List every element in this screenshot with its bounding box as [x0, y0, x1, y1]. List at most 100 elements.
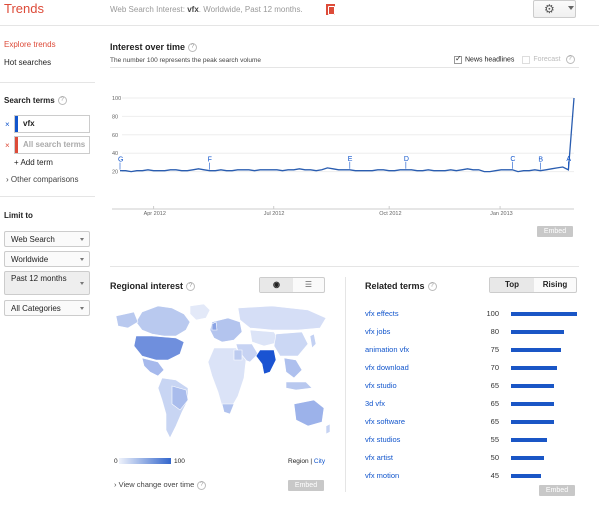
related-term-value: 75: [490, 345, 499, 354]
news-headlines-label: News headlines: [465, 56, 515, 64]
related-term-link[interactable]: vfx artist: [365, 453, 393, 462]
embed-regional-button[interactable]: Embed: [288, 480, 324, 491]
related-term-link[interactable]: vfx studio: [365, 381, 397, 390]
filter-time-range[interactable]: Past 12 months: [4, 271, 90, 295]
x-tick-label: Oct 2012: [379, 211, 401, 217]
settings-button[interactable]: ⚙: [533, 0, 576, 18]
world-map: [115, 303, 331, 439]
related-term-bar: [511, 366, 558, 370]
help-icon[interactable]: ?: [427, 282, 437, 292]
y-tick-label: 60: [112, 133, 118, 139]
view-change-label: View change over time: [118, 480, 195, 489]
explore-trends-link[interactable]: Explore trends: [4, 40, 56, 49]
regional-title-label: Regional interest: [110, 281, 184, 291]
city-option[interactable]: City: [314, 458, 325, 465]
list-icon[interactable]: ☰: [293, 278, 324, 292]
map-region-india: [255, 349, 277, 375]
help-icon[interactable]: ?: [57, 96, 67, 106]
related-term-row: vfx studio 65: [365, 381, 590, 399]
legend-gradient: [119, 458, 171, 464]
embed-interest-button[interactable]: Embed: [537, 226, 573, 237]
related-term-row: vfx studios 55: [365, 435, 590, 453]
related-term-bar: [511, 474, 541, 478]
other-comparisons-toggle[interactable]: › Other comparisons: [6, 175, 79, 184]
map-region-russia: [237, 305, 327, 331]
related-term-value: 70: [490, 363, 499, 372]
filter-label: Past 12 months: [11, 274, 67, 283]
sidebar-divider: [0, 196, 95, 197]
map-region-southeast-asia: [283, 357, 303, 379]
legend-max: 100: [174, 458, 185, 465]
filter-web-search[interactable]: Web Search: [4, 231, 90, 247]
related-term-link[interactable]: vfx studios: [365, 435, 400, 444]
related-term-bar: [511, 312, 577, 316]
map-region-australia: [293, 399, 325, 427]
news-annotation-c: C: [510, 156, 515, 163]
related-term-link[interactable]: vfx effects: [365, 309, 399, 318]
related-term-value: 80: [490, 327, 499, 336]
help-icon[interactable]: ?: [188, 43, 198, 53]
google-plus-icon[interactable]: [326, 4, 335, 15]
news-annotation-b: B: [538, 157, 543, 164]
help-icon[interactable]: ?: [565, 55, 575, 64]
related-terms-title: Related terms?: [365, 281, 437, 292]
map-region-china: [273, 331, 309, 357]
trends-logo[interactable]: Trends: [4, 1, 44, 16]
related-term-row: animation vfx 75: [365, 345, 590, 363]
view-change-over-time[interactable]: › View change over time?: [114, 480, 207, 490]
news-headlines-checkbox[interactable]: [454, 54, 462, 64]
peak-note: The number 100 represents the peak searc…: [110, 57, 262, 64]
search-term-vfx[interactable]: vfx: [14, 115, 90, 133]
regional-interest-title: Regional interest?: [110, 281, 196, 292]
filter-categories[interactable]: All Categories: [4, 300, 90, 316]
globe-icon[interactable]: ◉: [260, 278, 293, 292]
sidebar-divider: [0, 82, 95, 83]
remove-term-icon[interactable]: ×: [5, 120, 10, 129]
filter-label: All Categories: [11, 304, 61, 313]
filter-worldwide[interactable]: Worldwide: [4, 251, 90, 267]
term-color-bar: [15, 116, 18, 132]
column-divider: [345, 277, 346, 492]
related-term-value: 55: [490, 435, 499, 444]
related-term-value: 100: [486, 309, 499, 318]
related-term-row: vfx effects 100: [365, 309, 590, 327]
related-term-link[interactable]: 3d vfx: [365, 399, 385, 408]
tab-rising[interactable]: Rising: [534, 278, 576, 292]
help-icon[interactable]: ?: [186, 282, 196, 292]
add-term-label: Add term: [20, 158, 53, 167]
remove-term-icon[interactable]: ×: [5, 141, 10, 150]
add-term-button[interactable]: + Add term: [14, 158, 53, 167]
related-term-link[interactable]: vfx software: [365, 417, 405, 426]
region-option[interactable]: Region: [288, 458, 309, 465]
limit-to-heading: Limit to: [4, 211, 33, 220]
related-term-link[interactable]: vfx download: [365, 363, 409, 372]
related-term-bar: [511, 384, 554, 388]
related-term-value: 45: [490, 471, 499, 480]
news-annotation-e: E: [348, 156, 353, 163]
related-term-row: vfx jobs 80: [365, 327, 590, 345]
news-annotation-f: F: [208, 157, 212, 164]
related-term-link[interactable]: animation vfx: [365, 345, 409, 354]
related-term-bar: [511, 348, 561, 352]
chevron-down-icon: [80, 282, 84, 285]
related-term-row: 3d vfx 65: [365, 399, 590, 417]
forecast-label: Forecast: [533, 56, 561, 64]
embed-related-button[interactable]: Embed: [539, 485, 575, 496]
forecast-checkbox[interactable]: [522, 55, 531, 64]
x-tick-label: Jan 2013: [490, 211, 513, 217]
y-tick-label: 100: [112, 96, 121, 102]
related-term-link[interactable]: vfx jobs: [365, 327, 390, 336]
map-region-canada: [135, 305, 191, 337]
breadcrumb: Web Search Interest: vfx. Worldwide, Pas…: [110, 5, 303, 14]
search-term-label: All search terms: [23, 140, 86, 149]
news-annotation-g: G: [118, 157, 123, 164]
x-tick-label: Jul 2012: [264, 211, 285, 217]
help-icon[interactable]: ?: [197, 480, 207, 490]
interest-over-time-title: Interest over time?: [110, 42, 198, 53]
search-term-label: vfx: [23, 119, 35, 128]
hot-searches-link[interactable]: Hot searches: [4, 58, 51, 67]
related-term-link[interactable]: vfx motion: [365, 471, 399, 480]
tab-top[interactable]: Top: [490, 278, 534, 292]
related-term-bar: [511, 402, 554, 406]
search-term-all[interactable]: All search terms: [14, 136, 90, 154]
